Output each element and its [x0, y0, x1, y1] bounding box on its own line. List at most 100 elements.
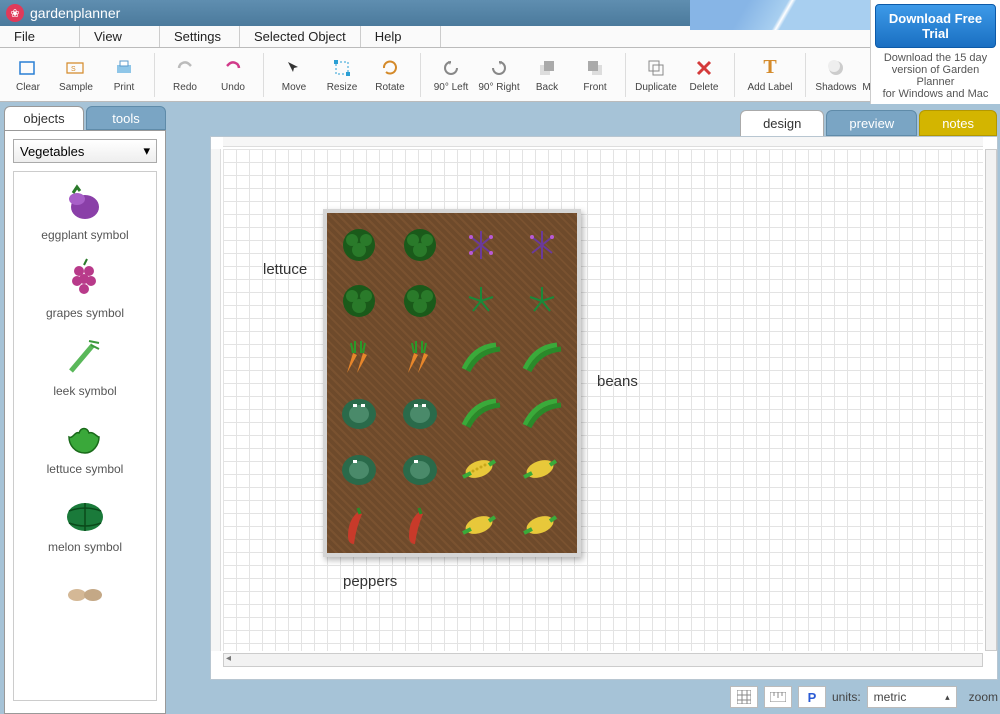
tool-back[interactable]: Back	[523, 57, 571, 93]
download-text-3: for Windows and Mac	[875, 88, 996, 100]
download-banner: Download Free Trial Download the 15 day …	[870, 0, 1000, 104]
plant-cabbage[interactable]	[398, 391, 442, 435]
bring-front-icon	[584, 57, 606, 79]
palette-item-leek[interactable]: leek symbol	[14, 334, 156, 398]
plant-corn[interactable]	[459, 503, 503, 547]
plant-bean[interactable]	[520, 391, 564, 435]
garden-bed[interactable]	[323, 209, 581, 557]
plant-cabbage[interactable]	[337, 391, 381, 435]
menu-selected-object[interactable]: Selected Object	[240, 26, 361, 47]
plant-herb[interactable]	[520, 279, 564, 323]
melon-icon	[62, 490, 108, 536]
text-icon: T	[759, 57, 781, 79]
canvas[interactable]: design preview notes lettuce beans peppe…	[210, 136, 998, 680]
tool-resize[interactable]: Resize	[318, 57, 366, 93]
header-image	[690, 0, 870, 30]
palette-item-extra[interactable]	[14, 568, 156, 614]
plant-cabbage[interactable]	[337, 447, 381, 491]
resize-icon	[331, 57, 353, 79]
undo-icon	[222, 57, 244, 79]
download-text-2: version of Garden Planner	[875, 64, 996, 88]
clear-icon	[17, 57, 39, 79]
plant-corn[interactable]	[459, 447, 503, 491]
tool-add-label[interactable]: TAdd Label	[741, 57, 799, 93]
plant-bean[interactable]	[459, 391, 503, 435]
bed-label-beans[interactable]: beans	[597, 373, 638, 390]
menu-view[interactable]: View	[80, 26, 160, 47]
tool-90-right[interactable]: 90° Right	[475, 57, 523, 93]
plant-herb[interactable]	[459, 279, 503, 323]
plant-purple[interactable]	[459, 223, 503, 267]
palette-item-eggplant[interactable]: eggplant symbol	[14, 178, 156, 242]
plant-bean[interactable]	[459, 335, 503, 379]
left-panel: objects tools Vegetables ▾ eggplant symb…	[0, 102, 170, 714]
plant-pepper[interactable]	[398, 503, 442, 547]
plant-corn[interactable]	[520, 447, 564, 491]
plant-lettuce[interactable]	[398, 223, 442, 267]
app-name: gardenplanner	[30, 5, 120, 21]
redo-icon	[174, 57, 196, 79]
plant-corn[interactable]	[520, 503, 564, 547]
vertical-scrollbar[interactable]	[985, 149, 997, 651]
ruler-toggle-button[interactable]	[764, 686, 792, 708]
units-select[interactable]: metric ▴	[867, 686, 957, 708]
tool-duplicate[interactable]: Duplicate	[632, 57, 680, 93]
menu-settings[interactable]: Settings	[160, 26, 240, 47]
category-select[interactable]: Vegetables ▾	[13, 139, 157, 163]
delete-icon	[693, 57, 715, 79]
download-button[interactable]: Download Free Trial	[875, 4, 996, 48]
units-value: metric	[874, 690, 907, 704]
plant-purple[interactable]	[520, 223, 564, 267]
plant-bean[interactable]	[520, 335, 564, 379]
rotate-right-icon	[488, 57, 510, 79]
zoom-label: zoom	[969, 690, 998, 704]
tab-notes[interactable]: notes	[919, 110, 997, 136]
plant-lettuce[interactable]	[398, 279, 442, 323]
tool-print[interactable]: Print	[100, 57, 148, 93]
tool-rotate[interactable]: Rotate	[366, 57, 414, 93]
tool-clear[interactable]: Clear	[4, 57, 52, 93]
grid-toggle-button[interactable]	[730, 686, 758, 708]
menu-file[interactable]: File	[0, 26, 80, 47]
design-grid[interactable]: lettuce beans peppers	[223, 149, 983, 651]
ruler-vertical	[211, 149, 221, 651]
plant-cabbage[interactable]	[398, 447, 442, 491]
plant-carrot[interactable]	[398, 335, 442, 379]
ruler-horizontal	[223, 137, 983, 147]
plant-lettuce[interactable]	[337, 223, 381, 267]
plant-carrot[interactable]	[337, 335, 381, 379]
palette-item-lettuce[interactable]: lettuce symbol	[14, 412, 156, 476]
palette-label: grapes symbol	[46, 306, 124, 320]
panel-tab-tools[interactable]: tools	[86, 106, 166, 130]
tool-90-left[interactable]: 90° Left	[427, 57, 475, 93]
tab-design[interactable]: design	[740, 110, 824, 136]
tool-redo[interactable]: Redo	[161, 57, 209, 93]
tab-preview[interactable]: preview	[826, 110, 917, 136]
tool-sample[interactable]: SSample	[52, 57, 100, 93]
app-logo-icon: ❀	[6, 4, 24, 22]
palette-item-grapes[interactable]: grapes symbol	[14, 256, 156, 320]
palette-item-melon[interactable]: melon symbol	[14, 490, 156, 554]
tool-move[interactable]: Move	[270, 57, 318, 93]
panel-tab-objects[interactable]: objects	[4, 106, 84, 130]
duplicate-icon	[645, 57, 667, 79]
menu-help[interactable]: Help	[361, 26, 441, 47]
object-palette[interactable]: eggplant symbol grapes symbol leek symbo…	[13, 171, 157, 701]
horizontal-scrollbar[interactable]	[223, 653, 983, 667]
plant-pepper[interactable]	[337, 503, 381, 547]
tool-shadows[interactable]: Shadows	[812, 57, 860, 93]
leek-icon	[62, 334, 108, 380]
palette-label: leek symbol	[53, 384, 116, 398]
bottom-bar: P units: metric ▴ zoom	[730, 684, 998, 710]
plant-lettuce[interactable]	[337, 279, 381, 323]
bed-label-lettuce[interactable]: lettuce	[263, 261, 307, 278]
chevron-up-icon: ▴	[945, 692, 950, 703]
tool-undo[interactable]: Undo	[209, 57, 257, 93]
bed-label-peppers[interactable]: peppers	[343, 573, 397, 590]
chevron-down-icon: ▾	[143, 143, 150, 159]
download-text-1: Download the 15 day	[875, 52, 996, 64]
tool-front[interactable]: Front	[571, 57, 619, 93]
tool-delete[interactable]: Delete	[680, 57, 728, 93]
mushroom-icon	[62, 568, 108, 614]
p-button[interactable]: P	[798, 686, 826, 708]
